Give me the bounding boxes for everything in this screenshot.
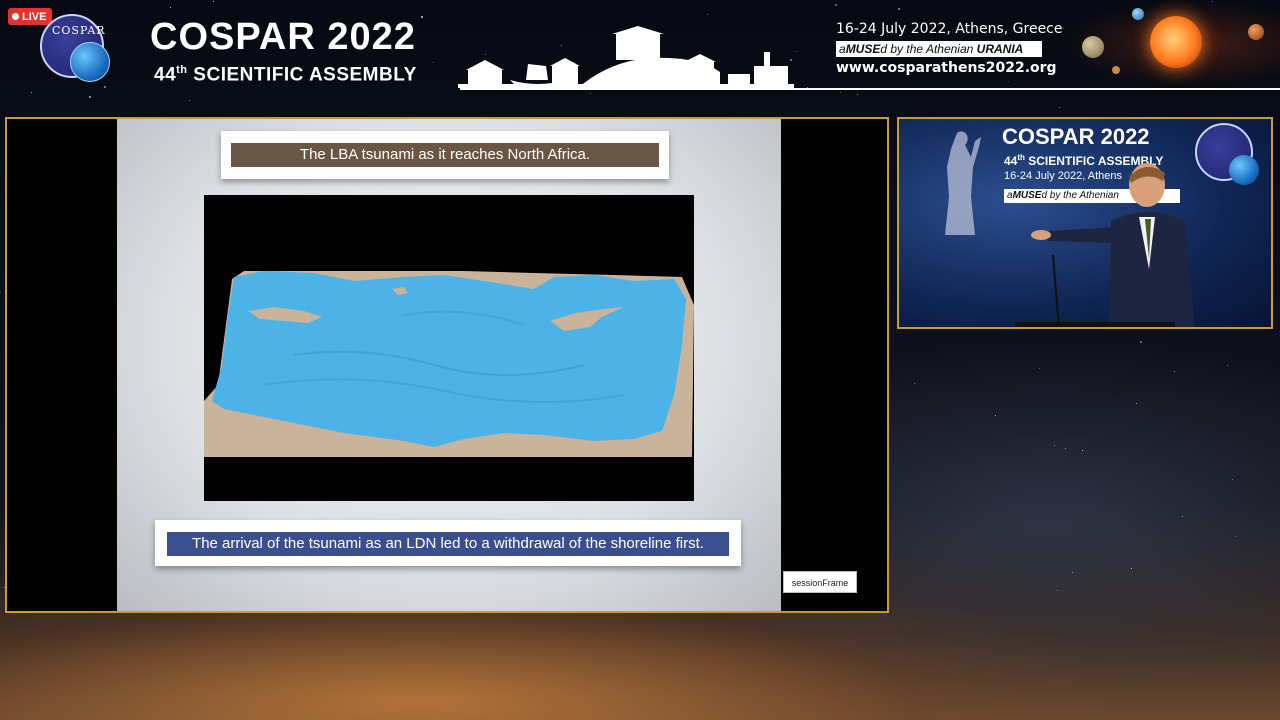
slide-title-card: The LBA tsunami as it reaches North Afri… bbox=[221, 131, 669, 179]
slide: The LBA tsunami as it reaches North Afri… bbox=[117, 119, 781, 611]
event-header: LIVE COSPAR COSPAR 2022 44th SCIENTIFIC … bbox=[0, 0, 1280, 92]
star bbox=[1140, 341, 1142, 343]
star bbox=[1065, 448, 1066, 449]
planet-icon bbox=[1248, 24, 1264, 40]
star bbox=[0, 292, 1, 293]
star bbox=[857, 94, 858, 95]
planet-icon bbox=[1082, 36, 1104, 58]
header-divider bbox=[460, 88, 1280, 90]
podium bbox=[1015, 322, 1175, 327]
star bbox=[1054, 445, 1055, 446]
planets-illustration bbox=[1062, 0, 1280, 88]
star bbox=[590, 93, 591, 94]
event-title: COSPAR 2022 bbox=[150, 16, 416, 58]
star bbox=[1082, 450, 1083, 451]
star bbox=[1235, 536, 1236, 537]
athens-skyline-icon bbox=[458, 26, 794, 88]
video-event-title: COSPAR 2022 bbox=[1002, 124, 1150, 149]
presentation-slide-panel[interactable]: The LBA tsunami as it reaches North Afri… bbox=[5, 117, 889, 613]
slide-caption-card: The arrival of the tsunami as an LDN led… bbox=[155, 520, 741, 566]
speaker-figure bbox=[1031, 163, 1195, 327]
star bbox=[89, 96, 91, 98]
earth-icon bbox=[1229, 155, 1259, 185]
star bbox=[1182, 516, 1183, 517]
star bbox=[189, 100, 190, 101]
sun-icon bbox=[1150, 16, 1202, 68]
star bbox=[1072, 572, 1073, 573]
session-frame-button[interactable]: sessionFrame bbox=[783, 571, 857, 593]
planet-icon bbox=[1132, 8, 1144, 20]
planet-icon bbox=[1112, 66, 1120, 74]
earth-icon bbox=[70, 42, 110, 82]
event-subtitle: 44th SCIENTIFIC ASSEMBLY bbox=[154, 64, 417, 86]
event-url: www.cosparathens2022.org bbox=[836, 60, 1057, 76]
star bbox=[1227, 365, 1228, 366]
speaker-video-panel[interactable]: COSPAR 2022 44th SCIENTIFIC ASSEMBLY 16-… bbox=[897, 117, 1273, 329]
star bbox=[31, 92, 32, 93]
amused-banner: aMUSEd by the Athenian URANIA bbox=[836, 41, 1042, 57]
statue-silhouette-icon bbox=[945, 131, 981, 235]
star bbox=[1136, 403, 1137, 404]
sea-area bbox=[212, 271, 686, 447]
star bbox=[1039, 368, 1040, 369]
slide-caption: The arrival of the tsunami as an LDN led… bbox=[167, 532, 729, 556]
event-date: 16-24 July 2022, Athens, Greece bbox=[836, 21, 1063, 37]
star bbox=[840, 92, 841, 93]
star bbox=[1131, 568, 1132, 569]
logo-text: COSPAR bbox=[52, 24, 106, 37]
live-label: LIVE bbox=[22, 10, 47, 23]
tsunami-map-graphic bbox=[204, 271, 694, 457]
tsunami-map bbox=[204, 195, 694, 501]
star bbox=[1059, 107, 1060, 108]
star bbox=[995, 415, 996, 416]
star bbox=[1232, 479, 1233, 480]
live-badge: LIVE bbox=[8, 8, 53, 25]
cospar-logo: COSPAR bbox=[40, 14, 110, 82]
star bbox=[914, 383, 915, 384]
live-dot-icon bbox=[12, 13, 19, 20]
slide-title: The LBA tsunami as it reaches North Afri… bbox=[231, 143, 659, 167]
star bbox=[1174, 371, 1175, 372]
star bbox=[1057, 590, 1058, 591]
